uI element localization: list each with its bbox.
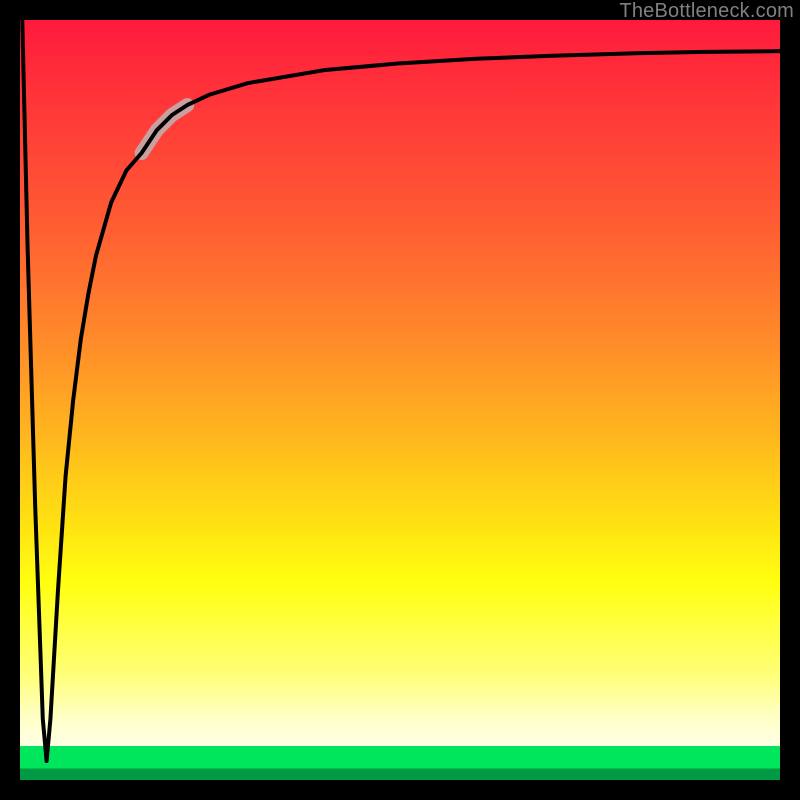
bottleneck-curve <box>22 20 780 761</box>
curve-layer <box>20 20 780 780</box>
chart-frame: TheBottleneck.com <box>0 0 800 800</box>
attribution-text: TheBottleneck.com <box>619 0 794 23</box>
